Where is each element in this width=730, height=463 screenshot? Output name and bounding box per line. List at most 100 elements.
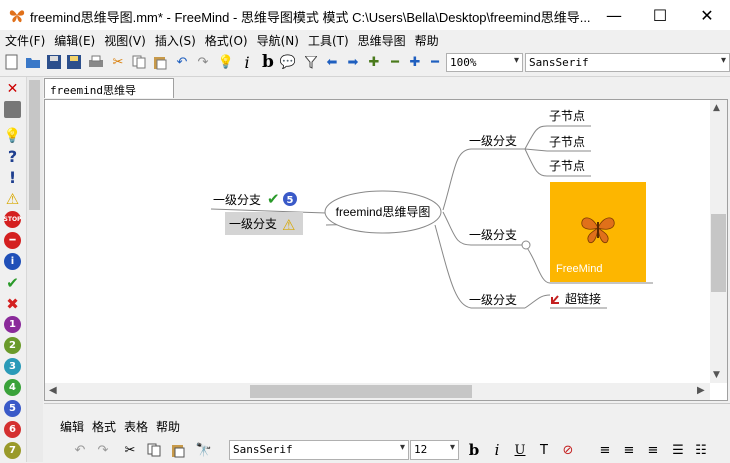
undo-icon[interactable]: ↶ [71, 441, 89, 459]
menu-edit[interactable]: 编辑(E) [49, 32, 99, 49]
mindmap-canvas[interactable]: freemind思维导图 一级分支 ✔ 5 一级分支 ⚠ 一级分支 一级分支 一… [44, 99, 728, 401]
left-branch-node-1[interactable]: 一级分支 [213, 193, 261, 207]
zoom-select[interactable]: 100% ▾ [446, 53, 523, 72]
editor-underline-button[interactable]: U [511, 441, 529, 459]
menu-insert[interactable]: 插入(S) [150, 32, 200, 49]
priority-3-icon[interactable]: 3 [4, 358, 21, 375]
new-file-icon[interactable] [4, 54, 20, 70]
priority-4-icon[interactable]: 4 [4, 379, 21, 396]
remove-node-icon[interactable]: ━ [387, 54, 403, 70]
left-branch-node-2[interactable]: 一级分支 [229, 217, 277, 231]
right-branch-node-2[interactable]: 一级分支 [469, 228, 517, 242]
priority-7-icon[interactable]: 7 [4, 442, 21, 459]
vertical-scroll-thumb[interactable] [711, 214, 726, 292]
question-icon[interactable]: ? [4, 147, 21, 166]
filter-icon[interactable] [303, 54, 319, 70]
hyperlink-icon [551, 295, 559, 304]
scroll-down-icon[interactable]: ▼ [713, 370, 720, 380]
scroll-left-icon[interactable]: ◀ [49, 385, 57, 396]
print-icon[interactable] [88, 54, 104, 70]
icon-sidebar: ✕ 💡 ? ! ⚠ STOP ━ i ✔ ✖ 1 2 3 4 5 6 7 [0, 77, 26, 462]
trash-icon[interactable] [4, 101, 21, 118]
priority-5-icon[interactable]: 5 [4, 400, 21, 417]
undo-icon[interactable]: ↶ [174, 54, 190, 70]
editor-menu-format[interactable]: 格式 [92, 418, 116, 435]
copy-icon[interactable] [131, 54, 147, 70]
minimize-button[interactable]: — [591, 0, 637, 30]
menu-mindmap[interactable]: 思维导图 [353, 32, 410, 49]
stop-icon[interactable]: STOP [4, 211, 21, 228]
editor-menu-edit[interactable]: 编辑 [60, 418, 84, 435]
menu-view[interactable]: 视图(V) [99, 32, 150, 49]
editor-font-select[interactable]: SansSerif ▾ [229, 440, 409, 460]
lightbulb-icon[interactable]: 💡 [4, 127, 21, 144]
paste-icon[interactable] [152, 54, 168, 70]
save-icon[interactable] [46, 54, 62, 70]
warning-icon[interactable]: ⚠ [4, 190, 21, 208]
scroll-thumb[interactable] [29, 80, 40, 210]
sub-node-3[interactable]: 子节点 [549, 159, 585, 173]
menu-format[interactable]: 格式(O) [200, 32, 252, 49]
scroll-up-icon[interactable]: ▲ [713, 103, 720, 113]
no-entry-icon[interactable]: ━ [4, 232, 21, 249]
redo-icon[interactable]: ↷ [195, 54, 211, 70]
fold-circle[interactable] [521, 240, 531, 250]
add-node-icon[interactable]: ✚ [366, 54, 382, 70]
sub-node-1[interactable]: 子节点 [549, 109, 585, 123]
checkmark-icon[interactable]: ✔ [4, 274, 21, 292]
align-center-icon[interactable]: ≡ [620, 441, 638, 459]
scroll-right-icon[interactable]: ▶ [697, 385, 705, 396]
bold-button[interactable]: b [260, 52, 276, 72]
zoom-out-icon[interactable]: ━ [427, 54, 443, 70]
editor-menu-help[interactable]: 帮助 [156, 418, 180, 435]
paste-icon[interactable] [169, 441, 187, 459]
open-folder-icon[interactable] [25, 54, 41, 70]
cut-icon[interactable]: ✂ [121, 441, 139, 459]
align-right-icon[interactable]: ≡ [644, 441, 662, 459]
copy-icon[interactable] [145, 441, 163, 459]
horizontal-scroll-thumb[interactable] [250, 385, 472, 398]
chevron-down-icon: ▾ [513, 55, 519, 66]
icon-sidebar-scrollbar[interactable] [26, 77, 43, 462]
remove-icon-icon[interactable]: ✕ [4, 80, 21, 97]
root-node[interactable]: freemind思维导图 [336, 205, 431, 219]
editor-menu-table[interactable]: 表格 [124, 418, 148, 435]
clear-format-icon[interactable]: ⊘ [559, 441, 577, 459]
editor-italic-button[interactable]: i [488, 441, 506, 459]
info-icon[interactable]: i [4, 253, 21, 270]
font-select[interactable]: SansSerif ▾ [525, 53, 730, 72]
cut-icon[interactable]: ✂ [110, 54, 126, 70]
right-branch-node-3[interactable]: 一级分支 [469, 293, 517, 307]
priority-6-icon[interactable]: 6 [4, 421, 21, 438]
priority-2-icon[interactable]: 2 [4, 337, 21, 354]
back-arrow-icon[interactable]: ⬅ [324, 54, 340, 70]
cross-icon[interactable]: ✖ [4, 295, 21, 313]
align-left-icon[interactable]: ≡ [596, 441, 614, 459]
save-as-icon[interactable] [66, 54, 82, 70]
maximize-button[interactable]: ☐ [637, 0, 683, 30]
tab-document[interactable]: freemind思维导图.mm* [44, 78, 174, 113]
editor-size-select[interactable]: 12 ▾ [410, 440, 459, 460]
zoom-in-icon[interactable]: ✚ [407, 54, 423, 70]
menu-tools[interactable]: 工具(T) [303, 32, 353, 49]
forward-arrow-icon[interactable]: ➡ [345, 54, 361, 70]
idea-bulb-icon[interactable]: 💡 [218, 54, 234, 70]
menu-file[interactable]: 文件(F) [0, 32, 49, 49]
find-binoculars-icon[interactable]: 🔭 [195, 441, 213, 459]
font-value: SansSerif [529, 56, 589, 69]
numbered-list-icon[interactable]: ☷ [692, 441, 710, 459]
right-branch-node-1[interactable]: 一级分支 [469, 134, 517, 148]
priority-1-icon[interactable]: 1 [4, 316, 21, 333]
redo-icon[interactable]: ↷ [94, 441, 112, 459]
editor-bold-button[interactable]: b [465, 441, 483, 459]
note-bubble-icon[interactable]: 💬 [280, 54, 296, 70]
exclamation-icon[interactable]: ! [4, 168, 21, 187]
sub-node-2[interactable]: 子节点 [549, 135, 585, 149]
menu-help[interactable]: 帮助 [410, 32, 443, 49]
close-button[interactable]: ✕ [684, 0, 730, 30]
text-color-icon[interactable]: T [535, 441, 553, 459]
hyperlink-node[interactable]: 超链接 [565, 291, 601, 306]
menu-navigate[interactable]: 导航(N) [252, 32, 303, 49]
italic-button[interactable]: i [239, 53, 255, 72]
bullet-list-icon[interactable]: ☰ [669, 441, 687, 459]
